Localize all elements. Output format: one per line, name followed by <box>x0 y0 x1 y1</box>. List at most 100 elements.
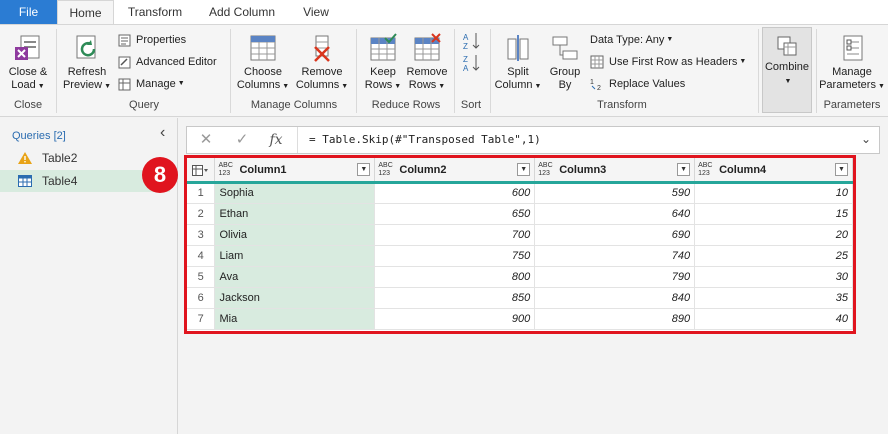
svg-text:1: 1 <box>590 79 594 86</box>
table-row[interactable]: 1 Sophia 600 590 10 <box>187 182 853 204</box>
menu-home[interactable]: Home <box>57 0 114 25</box>
table-cell[interactable]: 700 <box>374 224 536 246</box>
filter-dropdown-icon[interactable]: ▼ <box>517 163 531 176</box>
table-cell[interactable]: 15 <box>694 203 853 225</box>
table-cell[interactable]: 20 <box>694 224 853 246</box>
table-menu-icon <box>192 165 208 176</box>
table-row[interactable]: 2 Ethan 650 640 15 <box>187 203 853 225</box>
sort-descending-button[interactable]: Z A <box>460 53 484 77</box>
properties-button[interactable]: Properties <box>118 32 186 48</box>
replace-values-button[interactable]: 1 2 Replace Values <box>590 76 685 92</box>
choose-columns-button[interactable]: Choose Columns ▼ <box>236 33 290 93</box>
refresh-label: Refresh <box>67 66 107 78</box>
table-corner-menu[interactable] <box>187 158 216 184</box>
table-cell[interactable]: 740 <box>534 245 696 267</box>
table-cell[interactable]: 30 <box>694 266 853 288</box>
table-cell[interactable]: Liam <box>214 245 376 267</box>
remove-columns-icon <box>314 35 330 62</box>
table-cell[interactable]: 850 <box>374 287 536 309</box>
close-load-label: Close & <box>8 66 48 78</box>
fx-icon[interactable]: fx <box>263 127 289 153</box>
table-cell[interactable]: 650 <box>374 203 536 225</box>
type-any-icon[interactable]: ABC 123 <box>538 162 552 178</box>
row-number[interactable]: 1 <box>187 182 216 204</box>
menu-file[interactable]: File <box>0 0 57 24</box>
row-number[interactable]: 3 <box>187 224 216 246</box>
split-column-button[interactable]: Split Column ▼ <box>494 33 542 93</box>
table-row[interactable]: 7 Mia 900 890 40 <box>187 308 853 330</box>
table-cell[interactable]: Sophia <box>214 182 376 204</box>
type-any-icon[interactable]: ABC 123 <box>378 162 392 178</box>
expand-formula-icon[interactable]: ⌄ <box>861 132 871 146</box>
table-cell[interactable]: 600 <box>374 182 536 204</box>
advanced-editor-button[interactable]: Advanced Editor <box>118 54 217 70</box>
menu-transform[interactable]: Transform <box>118 0 192 24</box>
column-header-2[interactable]: ABC 123 Column2 ▼ <box>374 158 536 184</box>
table-cell[interactable]: Mia <box>214 308 376 330</box>
query-group-label: Query <box>129 99 159 111</box>
table-cell[interactable]: 800 <box>374 266 536 288</box>
keep-rows-button[interactable]: Keep Rows ▼ <box>362 33 404 93</box>
combine-button[interactable]: Combine ▼ <box>762 27 812 113</box>
menu-view[interactable]: View <box>292 0 340 24</box>
row-number[interactable]: 5 <box>187 266 216 288</box>
sort-ascending-button[interactable]: A Z <box>460 31 484 55</box>
menu-add-column[interactable]: Add Column <box>198 0 286 24</box>
table-cell[interactable]: 640 <box>534 203 696 225</box>
collapse-pane-icon[interactable]: ‹ <box>160 124 165 142</box>
formula-input[interactable]: = Table.Skip(#"Transposed Table",1) <box>309 127 541 153</box>
table-cell[interactable]: 890 <box>534 308 696 330</box>
combine-icon <box>777 36 797 56</box>
table-cell[interactable]: Olivia <box>214 224 376 246</box>
type-any-icon[interactable]: ABC 123 <box>218 162 232 178</box>
queries-header: Queries [2] <box>12 130 66 142</box>
query-label: Table4 <box>42 174 78 188</box>
table-cell[interactable]: 790 <box>534 266 696 288</box>
row-number[interactable]: 4 <box>187 245 216 267</box>
keep-rows-icon <box>370 33 397 61</box>
refresh-preview-button[interactable]: Refresh Preview ▼ <box>62 33 112 93</box>
table-cell[interactable]: 900 <box>374 308 536 330</box>
close-load-icon <box>15 35 40 60</box>
table-cell[interactable]: 10 <box>694 182 853 204</box>
group-by-button[interactable]: Group By <box>544 33 586 92</box>
svg-text:Z: Z <box>463 42 468 51</box>
row-number[interactable]: 6 <box>187 287 216 309</box>
manage-columns-group-label: Manage Columns <box>250 99 338 111</box>
manage-parameters-button[interactable]: Manage Parameters ▼ <box>818 33 886 93</box>
cancel-formula-icon[interactable]: ✕ <box>193 127 219 153</box>
remove-rows-button[interactable]: Remove Rows ▼ <box>404 33 450 93</box>
use-first-row-as-headers-button[interactable]: Use First Row as Headers ▼ <box>590 54 746 70</box>
commit-formula-icon[interactable]: ✓ <box>229 127 255 153</box>
table-row[interactable]: 6 Jackson 850 840 35 <box>187 287 853 309</box>
table-cell[interactable]: 35 <box>694 287 853 309</box>
close-load-button[interactable]: Close & Load ▼ <box>4 33 52 93</box>
table-cell[interactable]: Ethan <box>214 203 376 225</box>
formula-bar: ✕ ✓ fx = Table.Skip(#"Transposed Table",… <box>186 126 880 154</box>
column-header-3[interactable]: ABC 123 Column3 ▼ <box>534 158 696 184</box>
filter-dropdown-icon[interactable]: ▼ <box>835 163 848 176</box>
remove-columns-button[interactable]: Remove Columns ▼ <box>294 33 350 93</box>
sort-ascending-icon: A Z <box>463 33 480 51</box>
row-number[interactable]: 7 <box>187 308 216 330</box>
table-row[interactable]: 3 Olivia 700 690 20 <box>187 224 853 246</box>
table-cell[interactable]: 750 <box>374 245 536 267</box>
table-cell[interactable]: Ava <box>214 266 376 288</box>
filter-dropdown-icon[interactable]: ▼ <box>677 163 691 176</box>
table-cell[interactable]: 590 <box>534 182 696 204</box>
column-header-4[interactable]: ABC 123 Column4 ▼ <box>694 158 853 184</box>
table-row[interactable]: 4 Liam 750 740 25 <box>187 245 853 267</box>
type-any-icon[interactable]: ABC 123 <box>698 162 712 178</box>
table-cell[interactable]: 690 <box>534 224 696 246</box>
table-cell[interactable]: Jackson <box>214 287 376 309</box>
table-row[interactable]: 5 Ava 800 790 30 <box>187 266 853 288</box>
close-group-label: Close <box>13 99 43 111</box>
table-cell[interactable]: 25 <box>694 245 853 267</box>
manage-button[interactable]: Manage ▼ <box>118 76 185 92</box>
row-number[interactable]: 2 <box>187 203 216 225</box>
table-cell[interactable]: 40 <box>694 308 853 330</box>
table-cell[interactable]: 840 <box>534 287 696 309</box>
column-header-1[interactable]: ABC 123 Column1 ▼ <box>214 158 376 184</box>
data-type-dropdown[interactable]: Data Type: Any ▼ <box>590 32 673 48</box>
filter-dropdown-icon[interactable]: ▼ <box>357 163 371 176</box>
